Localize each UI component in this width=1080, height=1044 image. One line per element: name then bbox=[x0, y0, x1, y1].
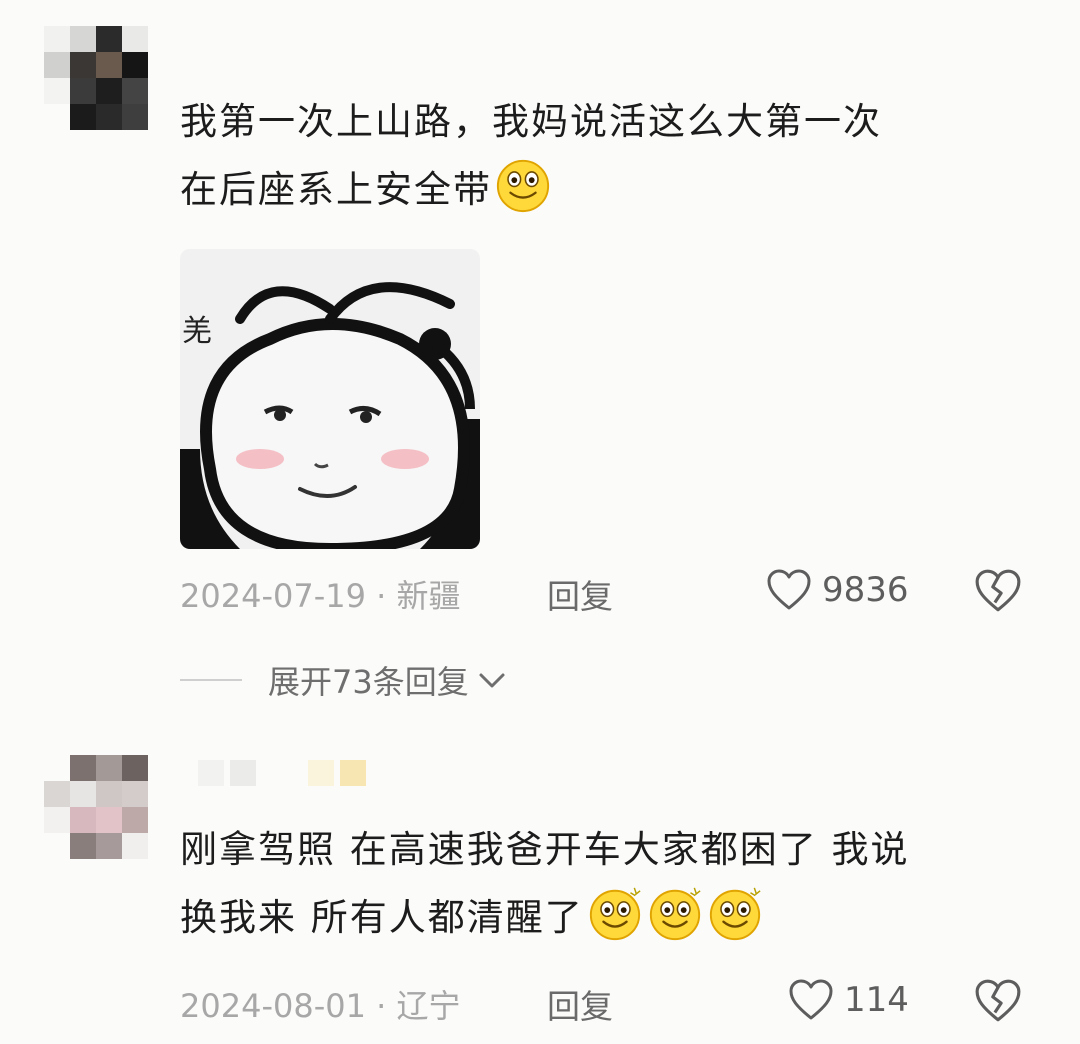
avatar[interactable] bbox=[44, 26, 148, 130]
reply-button[interactable]: 回复 bbox=[547, 570, 613, 618]
chevron-down-icon bbox=[479, 673, 505, 688]
reply-button[interactable]: 回复 bbox=[547, 980, 613, 1028]
expand-replies[interactable]: 展开73条回复 bbox=[180, 657, 507, 703]
comment-location: · 新疆 bbox=[376, 577, 461, 615]
meme-face-icon: 羌 bbox=[180, 249, 480, 549]
like-button[interactable]: 114 bbox=[788, 978, 909, 1022]
comment-location: · 辽宁 bbox=[376, 987, 461, 1025]
comment-line-text: 换我来 所有人都清醒了 bbox=[180, 896, 584, 939]
expand-replies-label: 展开73条回复 bbox=[268, 663, 469, 701]
heart-outline-icon bbox=[789, 979, 833, 1020]
comment-line: 换我来 所有人都清醒了 bbox=[180, 884, 910, 952]
comment-date: 2024-08-01 bbox=[180, 987, 366, 1025]
comment-meta: 2024-07-19 · 新疆 bbox=[180, 571, 461, 617]
comment-meta: 2024-08-01 · 辽宁 bbox=[180, 981, 461, 1027]
comment-line: 我第一次上山路，我妈说活这么大第一次 bbox=[180, 100, 882, 143]
smiling-face-icon bbox=[649, 887, 701, 941]
avatar[interactable] bbox=[44, 755, 148, 859]
comment-text: 我第一次上山路，我妈说活这么大第一次 在后座系上安全带 bbox=[180, 88, 882, 224]
like-count: 114 bbox=[844, 980, 909, 1020]
broken-heart-icon bbox=[975, 569, 1021, 612]
sticker-image[interactable]: 羌 bbox=[180, 249, 480, 549]
smiling-face-icon bbox=[496, 159, 550, 213]
like-count: 9836 bbox=[822, 570, 909, 610]
comment-line-text: 在后座系上安全带 bbox=[180, 168, 492, 211]
smiling-face-icon bbox=[589, 887, 641, 941]
comment-date: 2024-07-19 bbox=[180, 577, 366, 615]
username[interactable] bbox=[198, 760, 366, 786]
divider bbox=[180, 679, 242, 681]
dislike-button[interactable] bbox=[974, 568, 1022, 618]
sticker-caption: 羌 bbox=[182, 314, 212, 349]
broken-heart-icon bbox=[975, 979, 1021, 1022]
heart-outline-icon bbox=[767, 569, 811, 610]
comment-text: 刚拿驾照 在高速我爸开车大家都困了 我说 换我来 所有人都清醒了 bbox=[180, 816, 910, 952]
dislike-button[interactable] bbox=[974, 978, 1022, 1028]
comment-line: 刚拿驾照 在高速我爸开车大家都困了 我说 bbox=[180, 828, 910, 871]
smiling-face-icon bbox=[709, 887, 761, 941]
comment-line: 在后座系上安全带 bbox=[180, 156, 882, 224]
like-button[interactable]: 9836 bbox=[766, 568, 909, 612]
